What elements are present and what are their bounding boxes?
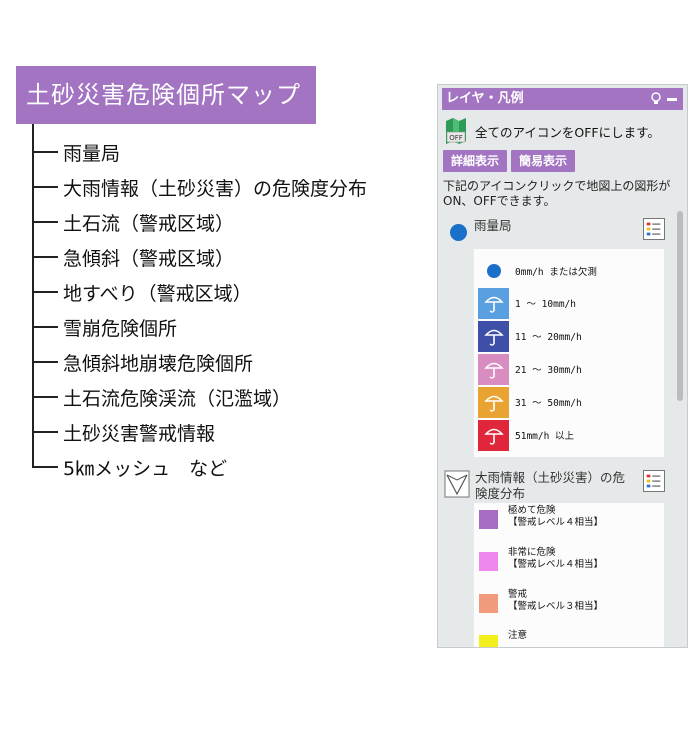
off-icon-label: OFF [449,134,463,142]
legend-item: 1 ～ 10mm/h [478,287,576,319]
level-swatch [479,635,498,647]
tree-item: 急傾斜（警戒区域） [32,242,234,272]
legend-item-label: 注意 [508,630,528,641]
legend-item-label: 警戒 [508,589,528,600]
legend-item: 0mm/h または欠測 [478,255,597,287]
tree-item-label: 地すべり（警戒区域） [63,282,252,305]
tree-item: 大雨情報（土砂災害）の危険度分布 [32,172,367,202]
detail-view-button[interactable]: 詳細表示 [443,150,507,172]
tree-item-label: 土砂災害警戒情報 [63,422,216,445]
danger-layer-title: 大雨情報（土砂災害）の危 険度分布 [475,470,625,502]
umbrella-rain-icon [478,419,509,451]
all-off-text: 全てのアイコンをOFFにします。 [475,124,660,140]
legend-item-label: 1 ～ 10mm/h [515,299,576,310]
legend-item-sublabel: 【警戒レベル３相当】 [508,601,604,612]
map-off-icon[interactable]: OFF [445,118,467,144]
layer-legend-panel: レイヤ・凡例 OFF 全てのアイコンをOFFにします。 詳細表示 簡易表示 下記… [437,84,688,648]
legend-item-label: 非常に危険 [508,547,556,558]
umbrella-rain-icon [478,320,509,352]
tree-item: 土石流（警戒区域） [32,207,234,237]
tree-item-label: 土石流（警戒区域） [63,212,235,235]
legend-item: 21 ～ 30mm/h [478,353,582,385]
legend-item-label: 51mm/h 以上 [515,431,575,442]
umbrella-rain-icon [478,386,509,418]
page-title: 土砂災害危険個所マップ [16,66,316,124]
legend-list-icon[interactable] [643,470,665,492]
legend-item-label: 31 ～ 50mm/h [515,398,582,409]
danger-legend-box: 極めて危険 【警戒レベル４相当】 非常に危険 【警戒レベル４相当】 警戒 【警戒レベル… [474,503,664,647]
tree-item-label: 急傾斜地崩壊危険個所 [63,352,254,375]
legend-item: 11 ～ 20mm/h [478,320,582,352]
tree-item: 雪崩危険個所 [32,312,177,342]
umbrella-rain-icon [478,287,509,319]
danger-layer-title-line1: 大雨情報（土砂災害）の危 [475,470,626,485]
legend-item-label: 極めて危険 [508,505,556,516]
legend-item-label: 0mm/h または欠測 [515,267,597,278]
legend-item-label: 11 ～ 20mm/h [515,332,582,343]
legend-item: 警戒 【警戒レベル３相当】 [474,589,603,613]
tree-item-label: 5㎞メッシュ など [63,457,228,480]
tree-item: 土砂災害警戒情報 [32,417,215,447]
legend-item: 注意 [474,630,528,647]
legend-list-icon[interactable] [643,218,665,240]
tree-item-label: 雪崩危険個所 [63,317,178,340]
tree-item: 雨量局 [32,137,120,167]
level-swatch [479,552,498,571]
panel-description: 下記のアイコンクリックで地図上の図形がON、OFFできます。 [443,179,671,208]
tree-item-label: 大雨情報（土砂災害）の危険度分布 [63,177,368,200]
legend-item: 51mm/h 以上 [478,419,574,451]
rain-dot-icon [486,264,501,278]
all-off-row[interactable]: OFF 全てのアイコンをOFFにします。 [445,118,660,144]
tree-item: 土石流危険渓流（氾濫域） [32,382,291,412]
panel-title: レイヤ・凡例 [446,91,524,106]
rain-gauge-toggle-icon[interactable] [450,224,467,241]
danger-layer-title-line2: 険度分布 [475,486,526,501]
simple-view-button[interactable]: 簡易表示 [511,150,575,172]
scrollbar[interactable] [677,211,683,401]
legend-item-sublabel: 【警戒レベル４相当】 [508,559,604,570]
level-swatch [479,510,498,529]
umbrella-rain-icon [478,353,509,385]
tree-item-label: 土石流危険渓流（氾濫域） [63,387,292,410]
legend-item: 非常に危険 【警戒レベル４相当】 [474,547,603,571]
legend-item-sublabel: 【警戒レベル４相当】 [508,517,604,528]
tree-item-label: 雨量局 [63,142,121,165]
danger-map-toggle-icon[interactable] [444,470,470,498]
legend-item-label: 21 ～ 30mm/h [515,365,582,376]
panel-header: レイヤ・凡例 [442,88,683,110]
tree-item: 急傾斜地崩壊危険個所 [32,347,253,377]
legend-item: 31 ～ 50mm/h [478,386,582,418]
level-swatch [479,594,498,613]
minimize-icon[interactable] [667,98,677,101]
rain-legend-box: 0mm/h または欠測 1 ～ 10mm/h 11 ～ 20mm/h 21 ～ … [474,249,664,457]
tree-item-label: 急傾斜（警戒区域） [63,247,235,270]
rain-layer-title: 雨量局 [474,218,512,233]
tree-item: 地すべり（警戒区域） [32,277,252,307]
tree-item: 5㎞メッシュ など [32,452,227,482]
legend-item: 極めて危険 【警戒レベル４相当】 [474,505,603,529]
lightbulb-icon[interactable] [651,92,661,106]
